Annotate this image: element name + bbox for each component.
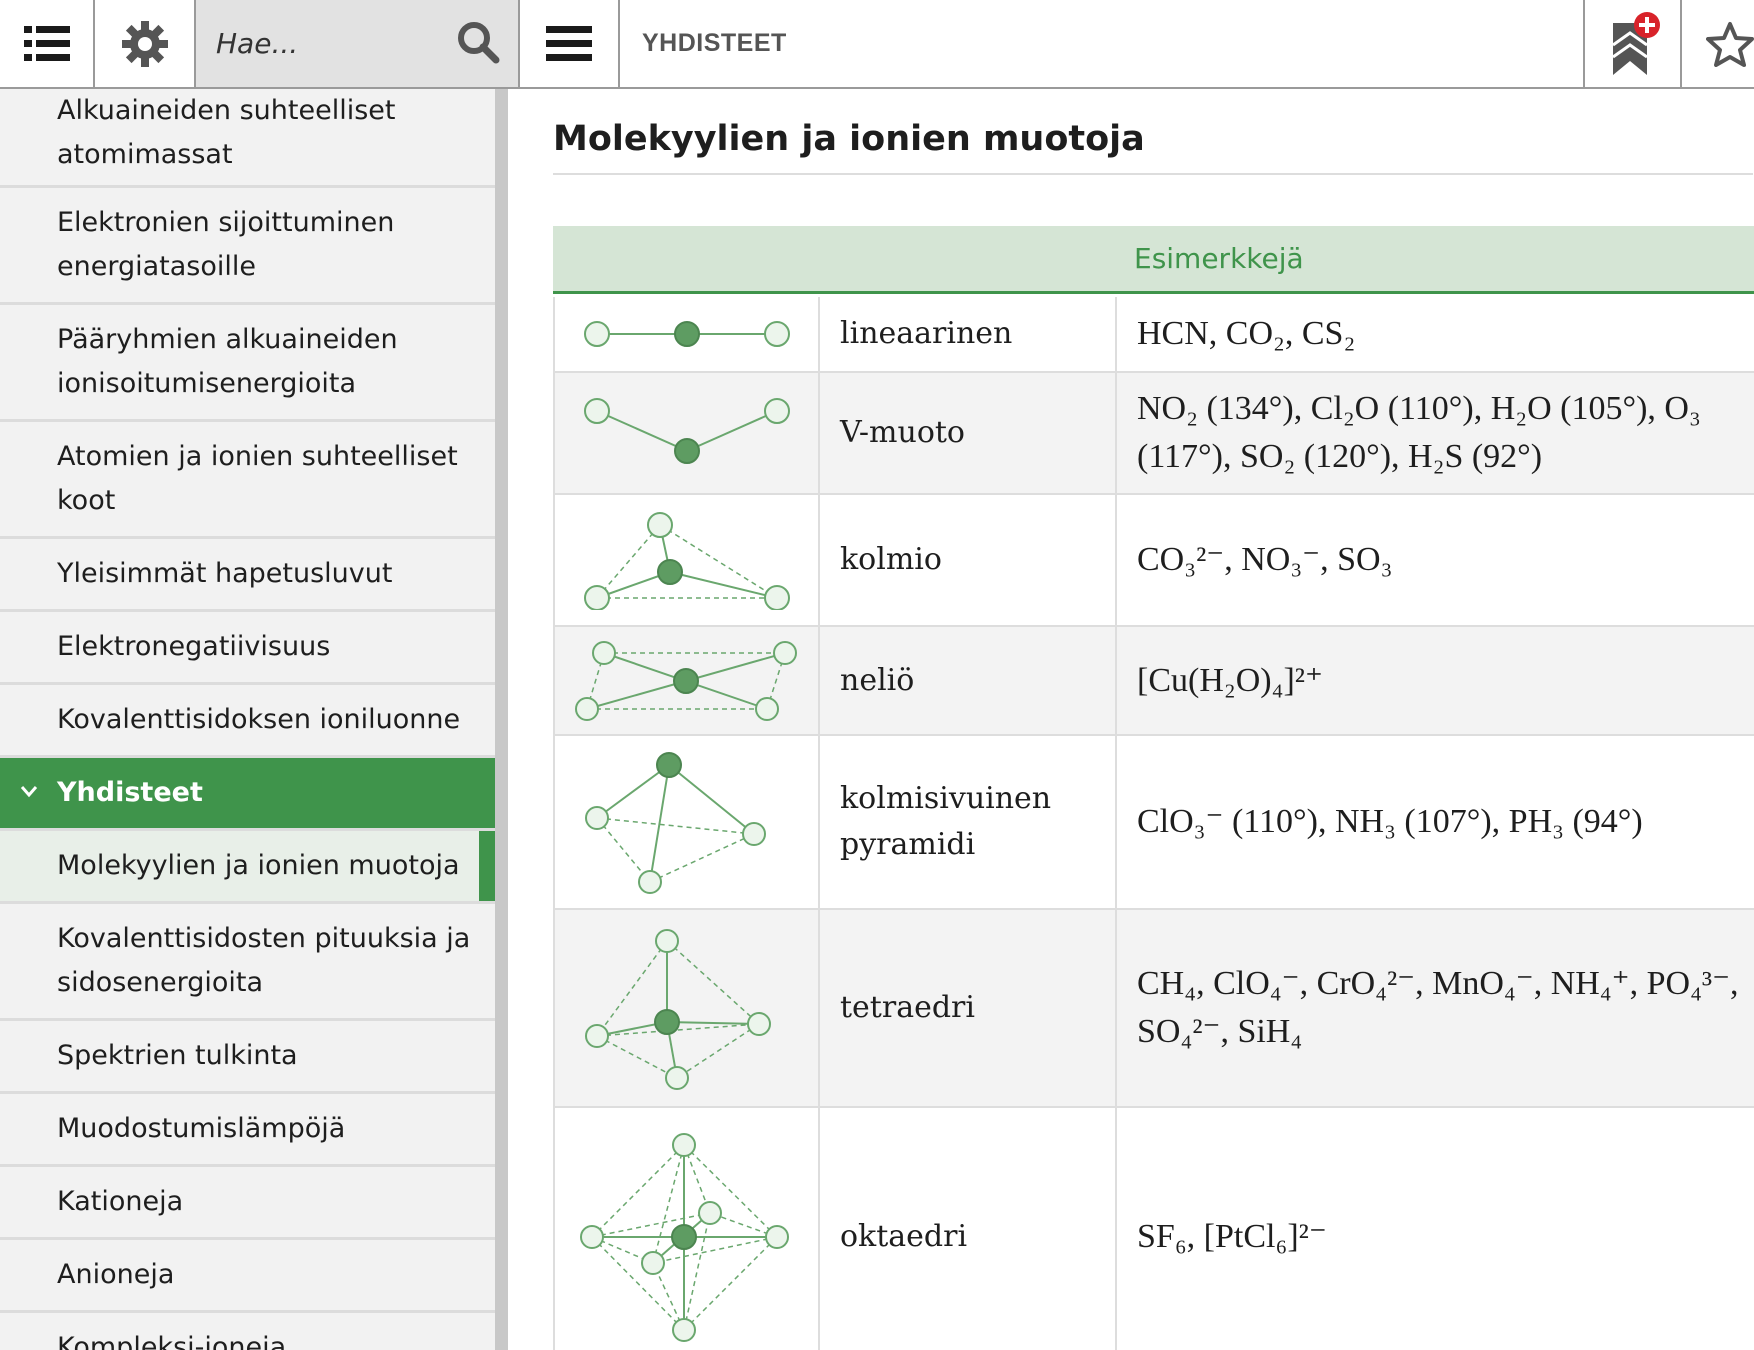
- sidebar-item-label: Muodostumislämpöjä: [57, 1113, 346, 1144]
- table-header: Esimerkkejä: [553, 226, 1754, 294]
- toc-menu-button[interactable]: [0, 0, 95, 87]
- sidebar-item-label: Kompleksi-ioneja: [57, 1332, 287, 1350]
- table-header-examples: Esimerkkejä: [1134, 242, 1304, 275]
- table-row: lineaarinen HCN, CO₂, CS₂: [553, 297, 1754, 373]
- shape-name: kolmisivuinen pyramidi: [820, 736, 1117, 908]
- title-divider: [553, 173, 1753, 175]
- tetrahedral-diagram: [555, 910, 820, 1106]
- sidebar-item-ioniluonne[interactable]: Kovalenttisidoksen ioniluonne: [0, 685, 508, 758]
- shape-examples: HCN, CO₂, CS₂: [1137, 315, 1356, 352]
- sidebar-item-sidospituudet[interactable]: Kovalenttisidosten pituuksia ja sidosene…: [0, 904, 508, 1021]
- sidebar-item-label: Anioneja: [57, 1259, 175, 1290]
- sidebar-item-label: Pääryhmien alkuaineiden ionisoitumisener…: [57, 324, 398, 399]
- table-row: oktaedri SF₆, [PtCl₆]²⁻: [553, 1108, 1754, 1350]
- sidebar-item-molekyylien-muotoja[interactable]: Molekyylien ja ionien muotoja: [0, 831, 508, 904]
- sidebar-item-label: Elektronien sijoittuminen energiatasoill…: [57, 207, 395, 282]
- sidebar-item-atomimassat[interactable]: Alkuaineiden suhteelliset atomimassat: [0, 89, 508, 188]
- shape-examples: [Cu(H₂O)₄]²⁺: [1137, 661, 1323, 699]
- page-title: Molekyylien ja ionien muotoja: [553, 119, 1145, 159]
- content-area: Molekyylien ja ionien muotoja Esimerkkej…: [508, 89, 1754, 1350]
- search-button[interactable]: [456, 20, 500, 64]
- chevron-down-icon: [20, 786, 38, 798]
- shape-name: lineaarinen: [820, 297, 1117, 371]
- search-input[interactable]: [216, 13, 466, 74]
- main-menu-button[interactable]: [520, 0, 620, 87]
- shape-examples: CH₄, ClO₄⁻, CrO₄²⁻, MnO₄⁻, NH₄⁺, PO₄³⁻, …: [1137, 965, 1739, 1050]
- shape-examples: ClO₃⁻ (110°), NH₃ (107°), PH₃ (94°): [1137, 803, 1643, 840]
- toolbar: YHDISTEET: [0, 0, 1754, 89]
- sidebar-item-label: Kovalenttisidoksen ioniluonne: [57, 704, 461, 735]
- star-icon: [1706, 21, 1754, 67]
- shape-examples: SF₆, [PtCl₆]²⁻: [1137, 1218, 1327, 1255]
- sidebar-item-yhdisteet[interactable]: Yhdisteet: [0, 758, 508, 831]
- bookmark-add-icon: [1611, 11, 1660, 75]
- table-row: kolmisivuinen pyramidi ClO₃⁻ (110°), NH₃…: [553, 736, 1754, 910]
- sidebar-item-label: Kationeja: [57, 1186, 184, 1217]
- gear-icon: [121, 20, 168, 67]
- search-icon: [458, 22, 500, 64]
- shape-name: tetraedri: [820, 910, 1117, 1106]
- sidebar-item-label: Yhdisteet: [57, 777, 203, 808]
- shape-name: neliö: [820, 627, 1117, 734]
- sidebar-item-label: Spektrien tulkinta: [57, 1040, 298, 1071]
- sidebar-item-kationeja[interactable]: Kationeja: [0, 1167, 508, 1240]
- sidebar-toc: Alkuaineiden suhteelliset atomimassat El…: [0, 89, 508, 1350]
- shape-name: kolmio: [820, 495, 1117, 625]
- sidebar-item-label: Yleisimmät hapetusluvut: [57, 558, 393, 589]
- sidebar-item-label: Molekyylien ja ionien muotoja: [57, 850, 460, 881]
- bent-molecule-diagram: [555, 373, 820, 493]
- sidebar-item-anioneja[interactable]: Anioneja: [0, 1240, 508, 1313]
- list-menu-icon: [23, 25, 70, 61]
- sidebar-item-energiatasot[interactable]: Elektronien sijoittuminen energiatasoill…: [0, 188, 508, 305]
- table-row: neliö [Cu(H₂O)₄]²⁺: [553, 627, 1754, 736]
- hamburger-icon: [546, 25, 592, 61]
- sidebar-item-label: Atomien ja ionien suhteelliset koot: [57, 441, 458, 516]
- trigonal-planar-diagram: [555, 495, 820, 625]
- shape-name: oktaedri: [820, 1108, 1117, 1350]
- add-bookmark-button[interactable]: [1583, 0, 1682, 87]
- sidebar-item-label: Kovalenttisidosten pituuksia ja sidosene…: [57, 923, 471, 998]
- square-planar-diagram: [555, 627, 820, 734]
- sidebar-item-kompleksi-ioneja[interactable]: Kompleksi-ioneja: [0, 1313, 508, 1350]
- settings-button[interactable]: [95, 0, 196, 87]
- sidebar-item-label: Alkuaineiden suhteelliset atomimassat: [57, 95, 396, 170]
- linear-molecule-diagram: [555, 297, 820, 371]
- sidebar-item-spektrit[interactable]: Spektrien tulkinta: [0, 1021, 508, 1094]
- sidebar-item-elektronegatiivisuus[interactable]: Elektronegatiivisuus: [0, 612, 508, 685]
- trigonal-pyramidal-diagram: [555, 736, 820, 908]
- octahedral-diagram: [555, 1108, 820, 1350]
- table-row: kolmio CO₃²⁻, NO₃⁻, SO₃: [553, 495, 1754, 627]
- sidebar-scrollbar[interactable]: [495, 89, 508, 1350]
- table-row: tetraedri CH₄, ClO₄⁻, CrO₄²⁻, MnO₄⁻, NH₄…: [553, 910, 1754, 1108]
- search-box: [196, 0, 520, 87]
- shape-name: V-muoto: [820, 373, 1117, 493]
- shape-examples: NO₂ (134°), Cl₂O (110°), H₂O (105°), O₃ …: [1137, 390, 1701, 475]
- sidebar-item-koot[interactable]: Atomien ja ionien suhteelliset koot: [0, 422, 508, 539]
- table-row: V-muoto NO₂ (134°), Cl₂O (110°), H₂O (10…: [553, 373, 1754, 495]
- sidebar-item-ionisoitumisenergiat[interactable]: Pääryhmien alkuaineiden ionisoitumisener…: [0, 305, 508, 422]
- sidebar-item-hapetusluvut[interactable]: Yleisimmät hapetusluvut: [0, 539, 508, 612]
- section-title: YHDISTEET: [642, 29, 787, 57]
- shape-examples: CO₃²⁻, NO₃⁻, SO₃: [1137, 541, 1393, 578]
- sidebar-item-label: Elektronegatiivisuus: [57, 631, 331, 662]
- favorite-button[interactable]: [1682, 0, 1754, 87]
- sidebar-item-muodostumislammot[interactable]: Muodostumislämpöjä: [0, 1094, 508, 1167]
